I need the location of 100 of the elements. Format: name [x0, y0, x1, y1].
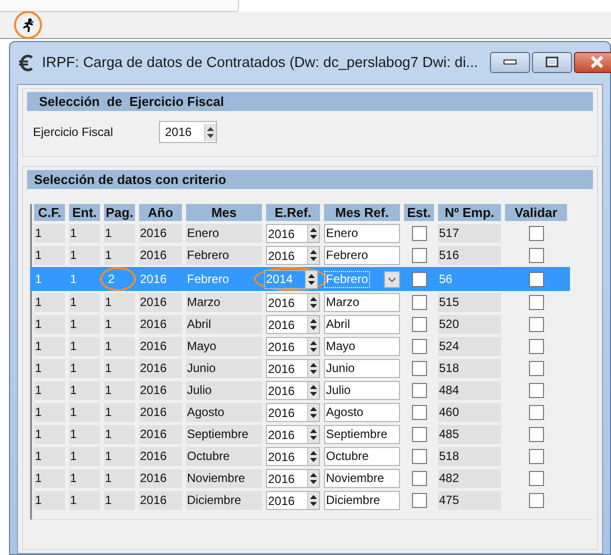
- table-cell: 2016: [139, 447, 182, 466]
- year-spinbox[interactable]: 2016: [266, 293, 320, 312]
- year-spinbox[interactable]: 2016: [266, 447, 320, 466]
- year-spinbox[interactable]: 2016: [266, 491, 320, 510]
- year-spinbox[interactable]: 2016: [266, 469, 320, 488]
- table-row[interactable]: 1 1 1 2016 Noviembre 2016 Noviembre 482: [34, 469, 593, 488]
- month-field[interactable]: Febrero: [324, 246, 400, 265]
- checkbox[interactable]: [412, 449, 426, 464]
- checkbox[interactable]: [528, 295, 544, 310]
- month-field[interactable]: Agosto: [324, 403, 400, 422]
- month-field[interactable]: Abril: [324, 315, 400, 334]
- table-row[interactable]: 1 1 1 2016 Febrero 2016 Febrero 516: [34, 246, 593, 265]
- checkbox[interactable]: [412, 248, 426, 263]
- month-field[interactable]: Marzo: [324, 293, 400, 312]
- table-row[interactable]: 1 1 1 2016 Agosto 2016 Agosto 460: [34, 403, 593, 422]
- checkbox[interactable]: [528, 493, 544, 508]
- table-cell: 1: [69, 315, 100, 334]
- table-row[interactable]: 1 1 1 2016 Julio 2016 Julio 484: [34, 381, 593, 400]
- year-spinbox[interactable]: 2016: [266, 403, 320, 422]
- close-button[interactable]: [574, 52, 611, 72]
- table-cell: 1: [69, 403, 100, 422]
- month-field[interactable]: Octubre: [324, 447, 400, 466]
- checkbox[interactable]: [528, 339, 544, 354]
- euro-icon: [18, 54, 34, 72]
- minimize-button[interactable]: [490, 52, 530, 72]
- table-row[interactable]: 1 1 1 2016 Abril 2016 Abril 520: [34, 315, 593, 334]
- checkbox[interactable]: [412, 272, 426, 286]
- run-button[interactable]: [14, 11, 42, 39]
- checkbox[interactable]: [528, 449, 544, 464]
- table-cell-text: 1: [34, 270, 43, 288]
- table-cell: Agosto: [186, 403, 262, 422]
- checkbox[interactable]: [412, 361, 426, 376]
- table-cell: 2016: [139, 491, 182, 510]
- checkbox[interactable]: [528, 272, 544, 286]
- checkbox[interactable]: [528, 226, 544, 241]
- year-spinbox[interactable]: 2016: [266, 337, 320, 356]
- checkbox[interactable]: [412, 339, 426, 354]
- section-header: Selección de Ejercicio Fiscal: [27, 92, 593, 111]
- year-spinbox[interactable]: 2016: [159, 121, 217, 143]
- month-field[interactable]: Julio: [324, 381, 400, 400]
- checkbox[interactable]: [528, 471, 544, 486]
- checkbox[interactable]: [528, 405, 544, 420]
- table-cell: 1: [34, 315, 65, 334]
- table-cell: 2016: [139, 224, 182, 243]
- spin-arrows-icon: [307, 247, 319, 264]
- table-cell: 1: [69, 293, 100, 312]
- spin-arrows-icon: [307, 225, 319, 242]
- checkbox[interactable]: [528, 317, 544, 332]
- table-row[interactable]: 1 1 1 2016 Octubre 2016 Octubre 518: [34, 447, 593, 466]
- checkbox[interactable]: [412, 405, 426, 420]
- table-row[interactable]: 1 1 1 2016 Junio 2016 Junio 518: [34, 359, 593, 378]
- table-cell: 482: [438, 469, 501, 488]
- checkbox[interactable]: [528, 361, 544, 376]
- checkbox[interactable]: [412, 317, 426, 332]
- table-cell: 1: [69, 469, 100, 488]
- checkbox[interactable]: [412, 471, 426, 486]
- year-spinbox[interactable]: 2016: [266, 425, 320, 444]
- table-row[interactable]: 1 1 1 2016 Marzo 2016 Marzo 515: [34, 293, 593, 312]
- year-spinbox[interactable]: 2016: [266, 224, 320, 243]
- checkbox[interactable]: [528, 248, 544, 263]
- month-field[interactable]: Septiembre: [324, 425, 400, 444]
- column-header: Nº Emp.: [438, 204, 501, 221]
- checkbox[interactable]: [528, 427, 544, 442]
- month-field[interactable]: Junio: [324, 359, 400, 378]
- month-field[interactable]: Diciembre: [324, 491, 400, 510]
- table-cell-text: 1: [69, 270, 78, 288]
- maximize-button[interactable]: [532, 52, 572, 72]
- table-row[interactable]: 1 1 1 2016 Septiembre 2016 Septiembre 485: [34, 425, 593, 444]
- table-row[interactable]: 1 1 1 2016 Enero 2016 Enero 517: [34, 224, 593, 243]
- month-field[interactable]: Enero: [324, 224, 400, 243]
- table-cell: Noviembre: [186, 469, 262, 488]
- spin-arrows-icon: [307, 382, 319, 399]
- month-field[interactable]: Mayo: [324, 337, 400, 356]
- checkbox[interactable]: [412, 427, 426, 442]
- table-cell: 2016: [139, 246, 182, 265]
- table-cell: 518: [438, 359, 501, 378]
- checkbox[interactable]: [528, 383, 544, 398]
- checkbox[interactable]: [412, 493, 426, 508]
- table-cell: 1: [104, 469, 135, 488]
- table-cell: 1: [34, 224, 65, 243]
- table-cell: 517: [438, 224, 501, 243]
- window-title: IRPF: Carga de datos de Contratados (Dw: dc_perslabog7 Dwi: di...: [42, 55, 478, 71]
- table-row[interactable]: 1 1 1 2016 Mayo 2016 Mayo 524: [34, 337, 593, 356]
- table-cell: 1: [69, 337, 100, 356]
- checkbox[interactable]: [412, 226, 426, 241]
- table-cell: 1: [104, 293, 135, 312]
- year-spinbox[interactable]: 2016: [266, 381, 320, 400]
- month-field[interactable]: Noviembre: [324, 469, 400, 488]
- spin-arrows-icon: [307, 492, 319, 509]
- spin-arrows-icon: [307, 470, 319, 487]
- table-cell: 1: [69, 224, 100, 243]
- table-row[interactable]: 1 1 1 2016 Diciembre 2016 Diciembre 475: [34, 491, 593, 510]
- table-cell: 485: [438, 425, 501, 444]
- checkbox[interactable]: [412, 295, 426, 310]
- checkbox[interactable]: [412, 383, 426, 398]
- spin-arrows-icon: [204, 124, 216, 140]
- year-spinbox[interactable]: 2016: [266, 315, 320, 334]
- year-spinbox[interactable]: 2016: [266, 246, 320, 265]
- year-spinbox[interactable]: 2016: [266, 359, 320, 378]
- table-cell: 2016: [139, 337, 182, 356]
